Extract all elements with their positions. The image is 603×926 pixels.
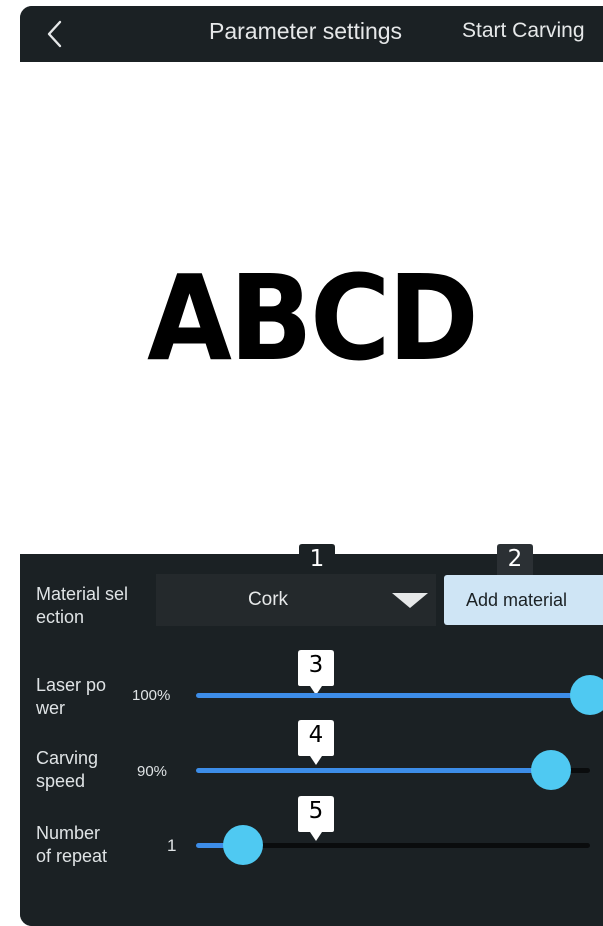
repeat-label-line2: of repeat <box>36 846 108 866</box>
chevron-left-icon <box>47 20 62 48</box>
carving-speed-label-line2: speed <box>36 771 86 791</box>
repeat-value: 1 <box>167 836 177 855</box>
carving-speed-thumb[interactable] <box>531 750 571 790</box>
repeat-label-line1: Number <box>36 823 101 843</box>
carving-speed-label: Carving speed <box>36 747 98 793</box>
parameter-panel: 1 2 Material sel ection Cork Add materia… <box>20 544 603 926</box>
start-carving-button[interactable]: Start Carving <box>462 19 585 43</box>
marker-5-label: 5 <box>308 798 324 824</box>
material-select[interactable]: Cork <box>156 574 436 626</box>
marker-3-label: 3 <box>308 652 324 678</box>
page-title: Parameter settings <box>209 18 403 44</box>
marker-4: 4 <box>298 720 334 766</box>
carving-speed-fill <box>196 768 551 773</box>
material-label-line2: ection <box>36 607 85 627</box>
repeat-thumb[interactable] <box>223 825 263 865</box>
marker-4-label: 4 <box>308 722 324 748</box>
carving-speed-label-line1: Carving <box>36 748 99 768</box>
marker-2-label: 2 <box>507 546 523 572</box>
marker-5: 5 <box>298 796 334 842</box>
laser-power-fill <box>196 693 590 698</box>
repeat-label: Number of repeat <box>36 822 107 868</box>
material-label-line1: Material sel <box>36 584 129 604</box>
add-material-button[interactable]: Add material <box>444 575 603 625</box>
header-bar: Parameter settings Start Carving <box>20 6 603 62</box>
carving-speed-value: 90% <box>137 763 168 780</box>
laser-power-value: 100% <box>132 687 171 704</box>
carving-preview-canvas[interactable]: ABCD <box>20 62 603 554</box>
material-label: Material sel ection <box>36 583 128 629</box>
laser-power-label-line1: Laser po <box>36 675 107 695</box>
preview-text: ABCD <box>146 249 479 387</box>
triangle-down-icon <box>392 593 428 608</box>
laser-power-label-line2: wer <box>36 698 66 718</box>
laser-power-label: Laser po wer <box>36 674 106 720</box>
laser-power-track[interactable] <box>196 693 590 698</box>
marker-3: 3 <box>298 650 334 696</box>
marker-1-label: 1 <box>309 546 325 572</box>
back-button[interactable] <box>40 16 68 52</box>
laser-power-thumb[interactable] <box>570 675 603 715</box>
phone-screen: Parameter settings Start Carving ABCD 1 … <box>20 6 603 926</box>
material-select-value: Cork <box>247 589 289 610</box>
